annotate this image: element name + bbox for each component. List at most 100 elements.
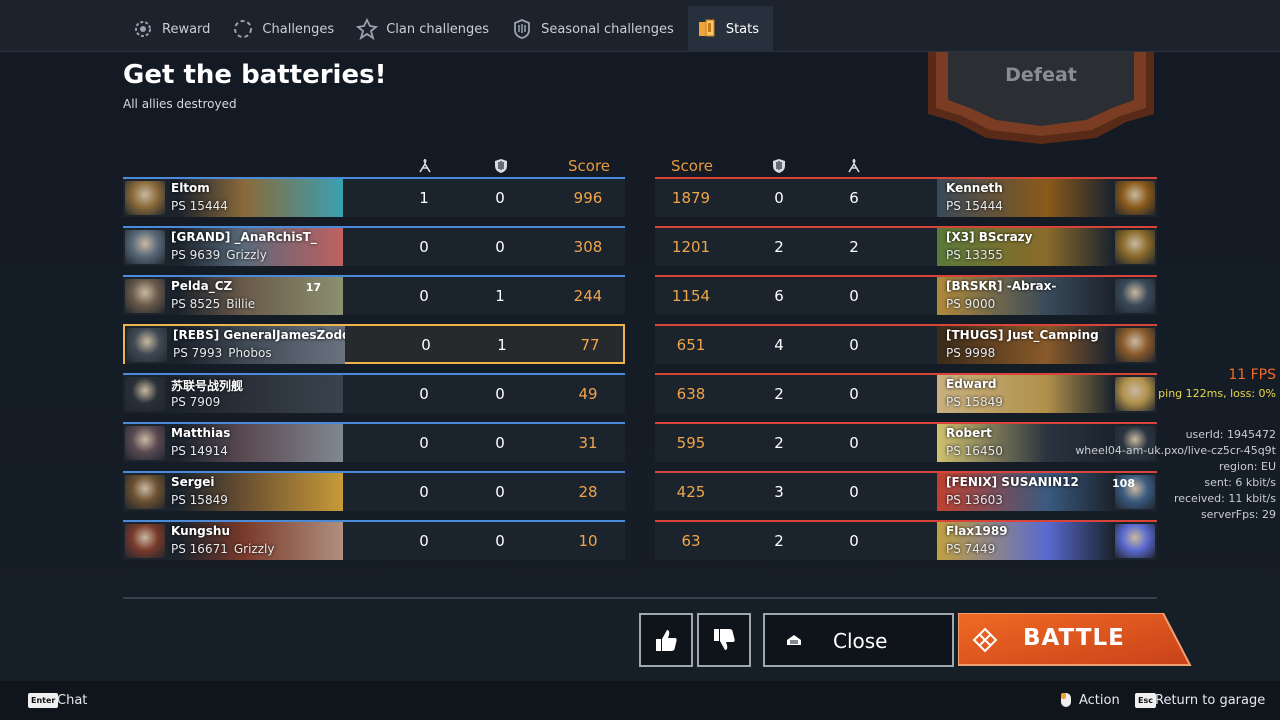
player-name: Kenneth: [946, 181, 1003, 195]
avatar: [1115, 377, 1155, 411]
battle-button[interactable]: BATTLE: [958, 613, 1192, 667]
player-power-score: PS 7993 Phobos: [173, 346, 272, 360]
tab-clan-challenges[interactable]: Clan challenges: [348, 6, 503, 52]
player-power-score: PS 15444: [946, 199, 1003, 213]
clan-name: Grizzly: [233, 542, 275, 556]
enemy-row[interactable]: [FENIX] SUSANIN12 PS 13603 108 425 3 0: [655, 471, 1157, 511]
dislike-button[interactable]: [697, 613, 751, 667]
ally-row[interactable]: Pelda_CZ PS 8525 Billie 17 0 1 244: [123, 275, 625, 315]
player-level-badge: 108: [1112, 477, 1135, 490]
like-button[interactable]: [639, 613, 693, 667]
assists-value: 0: [495, 189, 505, 207]
kills-value: 2: [849, 238, 859, 256]
action-hint[interactable]: Action: [1079, 693, 1120, 708]
ally-row[interactable]: Eltom PS 15444 1 0 996: [123, 177, 625, 217]
player-name: Edward: [946, 377, 997, 391]
enemy-row[interactable]: Kenneth PS 15444 1879 0 6: [655, 177, 1157, 217]
score-value: 63: [681, 532, 701, 550]
player-card[interactable]: [BRSKR] -Abrax- PS 9000: [937, 277, 1157, 315]
ally-row[interactable]: Matthias PS 14914 0 0 31: [123, 422, 625, 462]
player-name: Kungshu: [171, 524, 230, 538]
player-name: Eltom: [171, 181, 210, 195]
clan-challenges-icon: [356, 18, 379, 40]
player-card[interactable]: Flax1989 PS 7449: [937, 522, 1157, 560]
player-name: [BRSKR] -Abrax-: [946, 279, 1057, 293]
kills-value: 0: [419, 483, 429, 501]
assists-value: 2: [774, 434, 784, 452]
tab-challenges[interactable]: Challenges: [224, 6, 348, 52]
player-card[interactable]: 苏联号战列舰 PS 7909: [123, 375, 343, 413]
enemy-row[interactable]: Flax1989 PS 7449 63 2 0: [655, 520, 1157, 560]
player-card[interactable]: [X3] BScrazy PS 13355: [937, 228, 1157, 266]
ping-readout: ping 122ms, loss: 0%: [1158, 387, 1276, 400]
clan-name: Grizzly: [226, 248, 267, 262]
assists-value: 0: [495, 532, 505, 550]
kills-icon: [848, 159, 860, 173]
player-name: Matthias: [171, 426, 231, 440]
player-card[interactable]: [REBS] GeneralJamesZodd PS 7993 Phobos: [125, 326, 345, 364]
assists-value: 0: [495, 385, 505, 403]
kills-value: 1: [419, 189, 429, 207]
player-name: [REBS] GeneralJamesZodd: [173, 328, 345, 342]
ally-row[interactable]: Kungshu PS 16671 Grizzly 0 0 10: [123, 520, 625, 560]
player-card[interactable]: Kungshu PS 16671 Grizzly: [123, 522, 343, 560]
assists-value: 0: [495, 238, 505, 256]
player-card[interactable]: Edward PS 15849: [937, 375, 1157, 413]
power-score-value: PS 15444: [946, 199, 1003, 213]
player-power-score: PS 8525 Billie: [171, 297, 255, 311]
enemy-row[interactable]: Edward PS 15849 638 2 0: [655, 373, 1157, 413]
power-score-value: PS 9000: [946, 297, 996, 311]
player-card[interactable]: [THUGS] Just_Camping PS 9998: [937, 326, 1157, 364]
tab-stats[interactable]: Stats: [687, 6, 773, 52]
user-id: userId: 1945472: [1185, 428, 1276, 441]
power-score-value: PS 7993: [173, 346, 223, 360]
player-card[interactable]: Eltom PS 15444: [123, 179, 343, 217]
chat-link[interactable]: Chat: [57, 693, 87, 708]
tab-seasonal-challenges[interactable]: Seasonal challenges: [503, 6, 688, 52]
power-score-value: PS 14914: [171, 444, 228, 458]
avatar: [127, 328, 167, 362]
enemies-score-header: Score: [671, 157, 714, 175]
enemy-row[interactable]: [X3] BScrazy PS 13355 1201 2 2: [655, 226, 1157, 266]
player-card[interactable]: Kenneth PS 15444: [937, 179, 1157, 217]
score-value: 31: [578, 434, 598, 452]
enemy-row[interactable]: [BRSKR] -Abrax- PS 9000 1154 6 0: [655, 275, 1157, 315]
player-name: Flax1989: [946, 524, 1008, 538]
kills-value: 0: [849, 532, 859, 550]
avatar: [1115, 328, 1155, 362]
player-card[interactable]: [GRAND] _AnaRchisT_ PS 9639 Grizzly: [123, 228, 343, 266]
tab-label: Stats: [725, 21, 759, 37]
player-power-score: PS 16671 Grizzly: [171, 542, 274, 556]
player-name: Robert: [946, 426, 992, 440]
ally-row[interactable]: [GRAND] _AnaRchisT_ PS 9639 Grizzly 0 0 308: [123, 226, 625, 266]
ally-row[interactable]: Sergei PS 15849 0 0 28: [123, 471, 625, 511]
player-name: Sergei: [171, 475, 215, 489]
ally-row[interactable]: 苏联号战列舰 PS 7909 0 0 49: [123, 373, 625, 413]
tab-label: Clan challenges: [386, 21, 490, 37]
assists-value: 2: [774, 532, 784, 550]
player-card[interactable]: Matthias PS 14914: [123, 424, 343, 462]
tab-reward[interactable]: Reward: [124, 6, 224, 52]
player-name: [X3] BScrazy: [946, 230, 1033, 244]
tab-label: Reward: [162, 21, 211, 37]
player-power-score: PS 7449: [946, 542, 995, 556]
player-name: Pelda_CZ: [171, 279, 233, 293]
result-banner: Defeat: [926, 52, 1156, 144]
player-power-score: PS 7909: [171, 395, 220, 409]
tab-label: Challenges: [262, 21, 335, 37]
divider: [123, 597, 1157, 599]
fps-counter: 11 FPS: [1228, 367, 1276, 383]
player-card[interactable]: Pelda_CZ PS 8525 Billie 17: [123, 277, 343, 315]
enemy-row[interactable]: [THUGS] Just_Camping PS 9998 651 4 0: [655, 324, 1157, 364]
avatar: [1115, 181, 1155, 215]
clan-name: Phobos: [228, 346, 272, 360]
battle-label: BATTLE: [1023, 625, 1125, 651]
player-card[interactable]: [FENIX] SUSANIN12 PS 13603 108: [937, 473, 1157, 511]
thumbs-down-icon: [714, 629, 735, 650]
power-score-value: PS 9998: [946, 346, 996, 360]
ally-row[interactable]: [REBS] GeneralJamesZodd PS 7993 Phobos 0 1 77: [123, 324, 625, 364]
return-to-garage-link[interactable]: Return to garage: [1155, 693, 1265, 708]
player-card[interactable]: Sergei PS 15849: [123, 473, 343, 511]
close-button[interactable]: Close: [763, 613, 954, 667]
player-level-badge: 17: [305, 281, 321, 294]
